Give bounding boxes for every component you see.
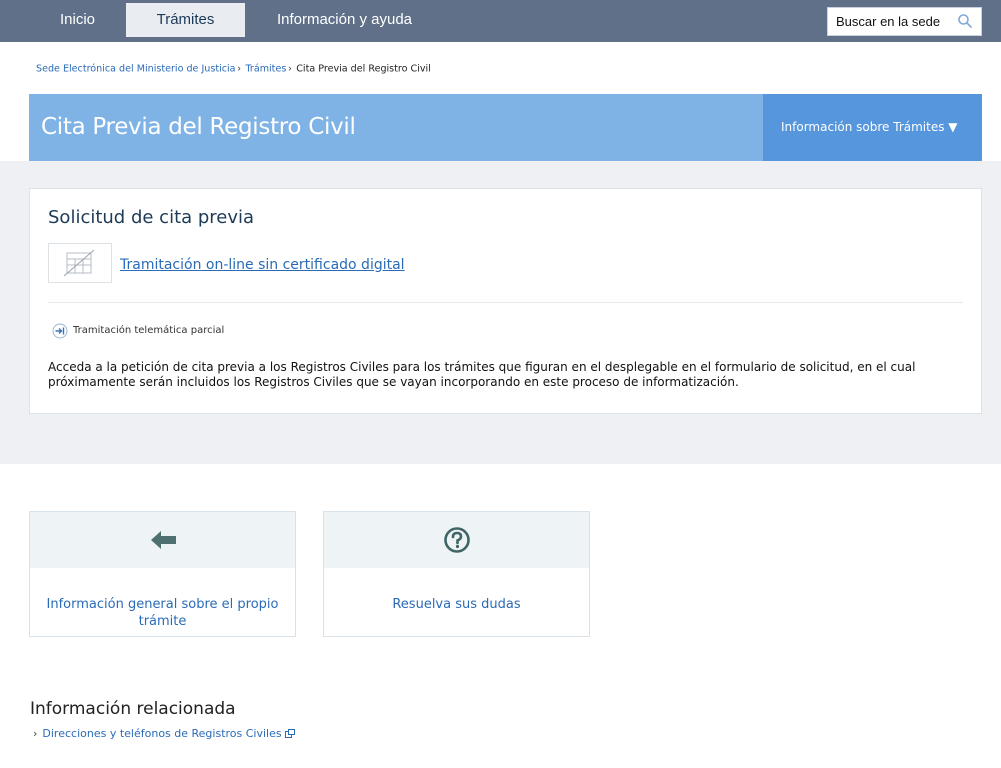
chevron-right-icon: › — [33, 727, 38, 740]
method-icon-box — [48, 243, 112, 283]
breadcrumb: Sede Electrónica del Ministerio de Justi… — [36, 63, 431, 74]
breadcrumb-separator: › — [288, 63, 292, 75]
breadcrumb-separator: › — [237, 63, 242, 75]
faq-tile[interactable]: Resuelva sus dudas — [323, 511, 590, 637]
tramites-info-dropdown-label[interactable]: Información sobre Trámites ▼ — [781, 120, 958, 134]
search-input-label[interactable]: Buscar en la sede — [836, 8, 940, 35]
partial-arrow-icon — [52, 323, 68, 339]
external-link-icon — [284, 729, 295, 738]
breadcrumb-item-sede[interactable]: Sede Electrónica del Ministerio de Justi… — [36, 63, 236, 74]
search-icon[interactable] — [957, 13, 973, 29]
breadcrumb-current: Cita Previa del Registro Civil — [296, 63, 431, 75]
partial-telematic-label: Tramitación telemática parcial — [73, 325, 225, 336]
top-nav-bar: Inicio Trámites Información y ayuda Busc… — [0, 0, 1001, 42]
request-card: Solicitud de cita previa Tramitación on-… — [29, 188, 982, 414]
general-info-tile[interactable]: Información general sobre el propio trám… — [29, 511, 296, 637]
card-title: Solicitud de cita previa — [48, 207, 255, 228]
nav-item-tramites[interactable]: Trámites — [126, 3, 245, 37]
card-description: Acceda a la petición de cita previa a lo… — [48, 360, 916, 389]
online-without-certificate-link[interactable]: Tramitación on-line sin certificado digi… — [120, 257, 405, 273]
page-title: Cita Previa del Registro Civil — [41, 114, 356, 140]
faq-tile-label[interactable]: Resuelva sus dudas — [334, 596, 579, 613]
card-divider — [48, 302, 963, 303]
page-banner: Cita Previa del Registro Civil — [29, 94, 763, 161]
search-box[interactable]: Buscar en la sede — [827, 7, 982, 36]
nav-item-inicio[interactable]: Inicio — [40, 3, 115, 37]
related-info-heading: Información relacionada — [30, 699, 236, 719]
tramites-info-dropdown[interactable]: Información sobre Trámites ▼ — [763, 94, 982, 161]
arrow-left-icon — [150, 531, 176, 549]
breadcrumb-item-tramites[interactable]: Trámites — [245, 63, 286, 74]
related-link-item[interactable]: › Direcciones y teléfonos de Registros Ci… — [33, 727, 295, 740]
general-info-tile-label[interactable]: Información general sobre el propio trám… — [40, 596, 285, 630]
registros-civiles-directory-link[interactable]: Direcciones y teléfonos de Registros Civ… — [42, 727, 281, 740]
no-certificate-icon — [63, 249, 95, 277]
question-circle-icon — [443, 527, 470, 553]
nav-item-informacion-y-ayuda[interactable]: Información y ayuda — [262, 3, 427, 37]
